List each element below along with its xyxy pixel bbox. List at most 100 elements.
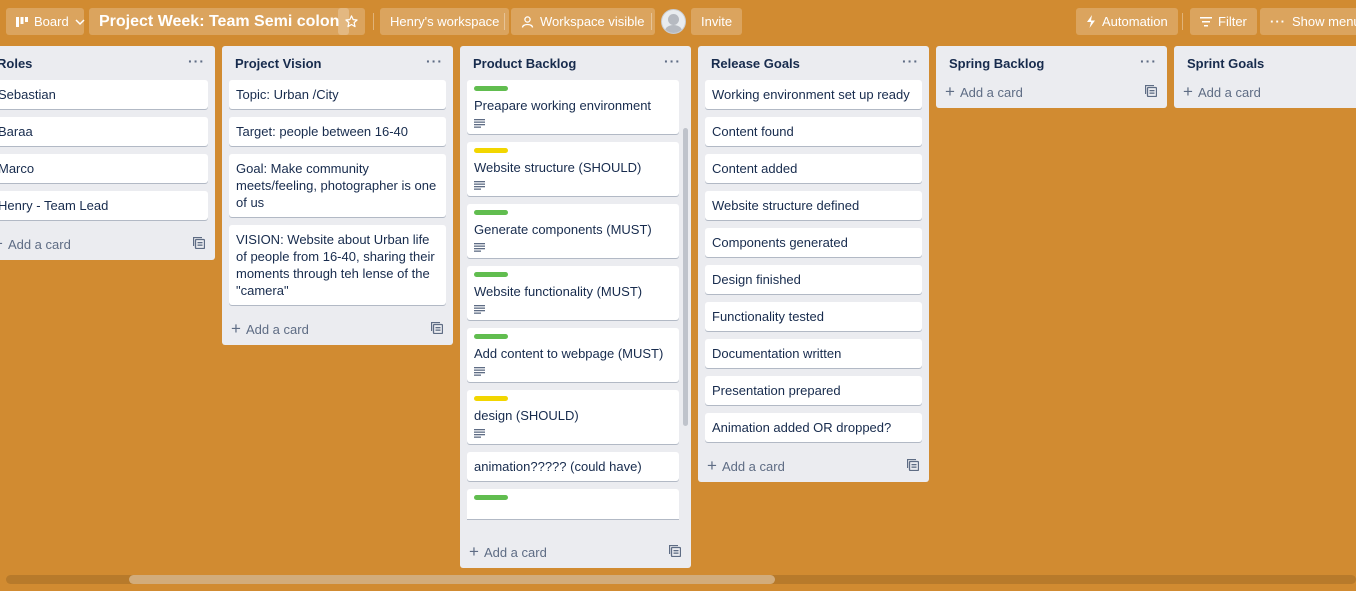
- scrollbar-thumb[interactable]: [129, 575, 775, 584]
- add-card-button[interactable]: + Add a card: [222, 313, 453, 345]
- card-template-icon[interactable]: [193, 237, 205, 249]
- list-title: Roles: [0, 56, 33, 71]
- list-card[interactable]: [467, 489, 679, 519]
- card-title: Goal: Make community meets/feeling, phot…: [236, 161, 437, 210]
- list-card[interactable]: Marco: [0, 154, 208, 183]
- add-card-label: Add a card: [721, 458, 785, 474]
- list-card[interactable]: Design finished: [705, 265, 922, 294]
- list-card[interactable]: Target: people between 16-40: [229, 117, 446, 146]
- list-roles: Roles ··· Sebastian Baraa Marco Henry - …: [0, 46, 215, 260]
- star-button[interactable]: [338, 8, 365, 35]
- more-icon[interactable]: ···: [1140, 54, 1157, 68]
- list-card[interactable]: Generate components (MUST): [467, 204, 679, 258]
- list-card[interactable]: Goal: Make community meets/feeling, phot…: [229, 154, 446, 217]
- chevron-down-icon: [75, 18, 85, 25]
- list-card[interactable]: Website structure defined: [705, 191, 922, 220]
- add-card-button[interactable]: + Add a card: [1174, 76, 1356, 108]
- list-card[interactable]: Content found: [705, 117, 922, 146]
- card-scroll-area[interactable]: Preapare working environment Website str…: [460, 78, 691, 536]
- invite-button[interactable]: Invite: [691, 8, 743, 35]
- yellow-label[interactable]: [474, 396, 508, 401]
- list-header[interactable]: Product Backlog ···: [460, 46, 691, 78]
- filter-button[interactable]: Filter: [1190, 8, 1257, 35]
- yellow-label[interactable]: [474, 148, 508, 153]
- visibility-button[interactable]: Workspace visible: [511, 8, 655, 35]
- list-card[interactable]: Add content to webpage (MUST): [467, 328, 679, 382]
- visibility-label: Workspace visible: [540, 14, 645, 29]
- list-header[interactable]: Roles ···: [0, 46, 215, 78]
- list-card[interactable]: Preapare working environment: [467, 80, 679, 134]
- list-scrollbar[interactable]: [683, 128, 688, 426]
- workspace-button[interactable]: Henry's workspace: [380, 8, 510, 35]
- card-title: VISION: Website about Urban life of peop…: [236, 232, 435, 298]
- more-icon[interactable]: ···: [426, 54, 443, 68]
- list-card[interactable]: Website structure (SHOULD): [467, 142, 679, 196]
- card-template-icon[interactable]: [431, 322, 443, 334]
- board-horizontal-scrollbar[interactable]: [6, 575, 1356, 584]
- list-header[interactable]: Release Goals ···: [698, 46, 929, 78]
- card-template-icon[interactable]: [1145, 85, 1157, 97]
- list-card[interactable]: Documentation written: [705, 339, 922, 368]
- filter-label: Filter: [1218, 14, 1247, 29]
- list-card[interactable]: Baraa: [0, 117, 208, 146]
- list-card[interactable]: Topic: Urban /City: [229, 80, 446, 109]
- more-icon[interactable]: ···: [902, 54, 919, 68]
- show-menu-label: Show menu: [1292, 14, 1356, 29]
- list-card[interactable]: Sebastian: [0, 80, 208, 109]
- board-view-switcher[interactable]: Board: [6, 8, 85, 35]
- more-icon[interactable]: ···: [188, 54, 205, 68]
- list-card[interactable]: Animation added OR dropped?: [705, 413, 922, 442]
- card-template-icon[interactable]: [669, 545, 681, 557]
- green-label[interactable]: [474, 86, 508, 91]
- green-label[interactable]: [474, 272, 508, 277]
- people-icon: [521, 15, 534, 28]
- list-card[interactable]: Components generated: [705, 228, 922, 257]
- list-header[interactable]: Sprint Goals: [1174, 46, 1356, 78]
- add-card-label: Add a card: [483, 544, 547, 560]
- green-label[interactable]: [474, 210, 508, 215]
- green-label[interactable]: [474, 334, 508, 339]
- card-title: Design finished: [712, 272, 801, 287]
- list-card[interactable]: animation????? (could have): [467, 452, 679, 481]
- star-icon: [345, 15, 358, 28]
- board-header: Board Project Week: Team Semi colon Henr…: [0, 0, 1356, 44]
- card-title: Functionality tested: [712, 309, 825, 324]
- card-template-icon[interactable]: [907, 459, 919, 471]
- card-title: Sebastian: [0, 87, 56, 102]
- add-card-button[interactable]: + Add a card: [698, 450, 929, 482]
- card-title: Working environment set up ready: [712, 87, 910, 102]
- list-title: Spring Backlog: [949, 56, 1045, 71]
- list-card[interactable]: Functionality tested: [705, 302, 922, 331]
- add-card-label: Add a card: [959, 84, 1023, 100]
- list-card[interactable]: Henry - Team Lead: [0, 191, 208, 220]
- list-header[interactable]: Project Vision ···: [222, 46, 453, 78]
- card-title: Topic: Urban /City: [236, 87, 339, 102]
- header-divider: [1182, 13, 1183, 30]
- list-card[interactable]: Presentation prepared: [705, 376, 922, 405]
- card-title: Add content to webpage (MUST): [474, 346, 664, 361]
- add-card-button[interactable]: + Add a card: [460, 536, 691, 568]
- board-view-label: Board: [34, 14, 69, 29]
- lightning-icon: [1087, 15, 1095, 28]
- list-card[interactable]: Content added: [705, 154, 922, 183]
- member-avatar[interactable]: [661, 9, 686, 34]
- add-card-label: Add a card: [1197, 84, 1261, 100]
- list-card[interactable]: Website functionality (MUST): [467, 266, 679, 320]
- board-title[interactable]: Project Week: Team Semi colon: [89, 8, 350, 35]
- card-title: Components generated: [712, 235, 848, 250]
- list-card[interactable]: design (SHOULD): [467, 390, 679, 444]
- green-label[interactable]: [474, 495, 508, 500]
- plus-icon: +: [231, 319, 241, 338]
- add-card-button[interactable]: + Add a card: [0, 228, 215, 260]
- more-icon[interactable]: ···: [664, 54, 681, 68]
- header-divider: [504, 13, 505, 30]
- list-title: Project Vision: [235, 56, 322, 71]
- list-card[interactable]: VISION: Website about Urban life of peop…: [229, 225, 446, 305]
- show-menu-button[interactable]: ··· Show menu: [1260, 8, 1356, 35]
- list-header[interactable]: Spring Backlog ···: [936, 46, 1167, 78]
- automation-button[interactable]: Automation: [1076, 8, 1178, 35]
- add-card-button[interactable]: + Add a card: [936, 76, 1167, 108]
- card-title: Content found: [712, 124, 794, 139]
- list-spring-backlog: Spring Backlog ··· + Add a card: [936, 46, 1167, 108]
- list-card[interactable]: Working environment set up ready: [705, 80, 922, 109]
